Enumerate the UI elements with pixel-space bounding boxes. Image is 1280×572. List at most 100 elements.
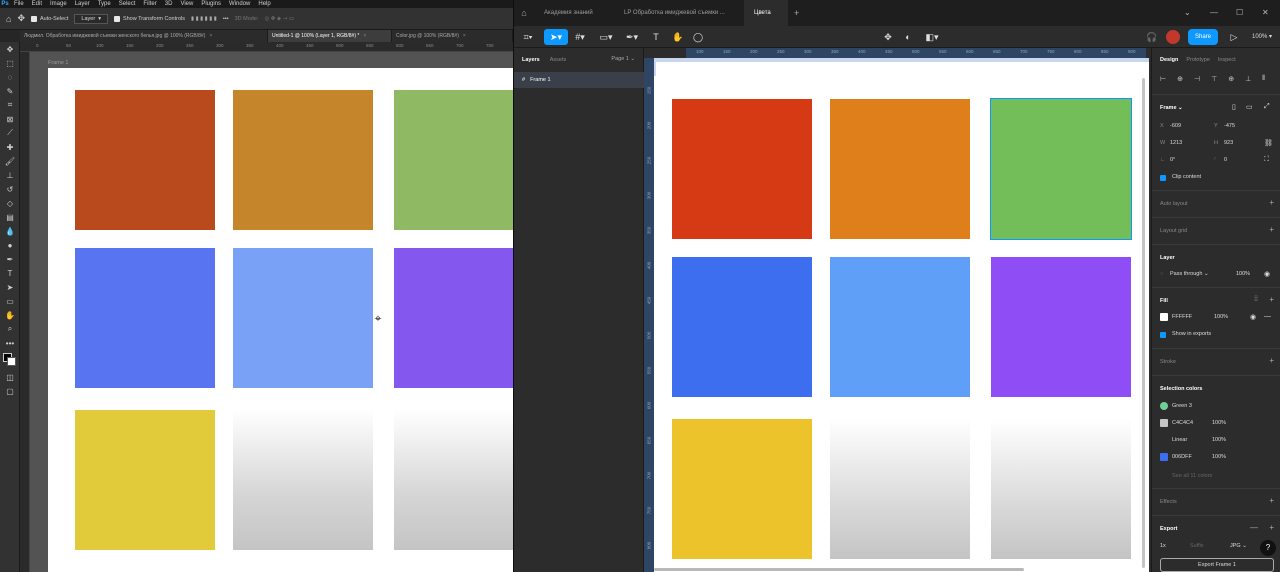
color-square[interactable]: [75, 410, 215, 550]
shape-tool-icon[interactable]: ▭▾: [598, 29, 614, 45]
stamp-tool-icon[interactable]: ⊥: [0, 168, 20, 182]
ps-menu-view[interactable]: View: [176, 0, 197, 8]
h-input[interactable]: 923: [1224, 140, 1233, 146]
align-left-icon[interactable]: ⊢: [1160, 75, 1166, 83]
add-export-icon[interactable]: +: [1269, 523, 1274, 532]
fill-opacity-input[interactable]: 100%: [1214, 314, 1228, 320]
show-transform-checkbox[interactable]: [113, 15, 120, 22]
independent-corners-icon[interactable]: ⛶: [1264, 156, 1269, 164]
tab-prototype[interactable]: Prototype: [1186, 57, 1210, 63]
crop-tool-icon[interactable]: ⌗: [0, 98, 20, 112]
present-icon[interactable]: ▷: [1226, 29, 1242, 45]
ps-artboard[interactable]: [48, 68, 513, 572]
color-square[interactable]: [233, 248, 373, 388]
hand-tool-icon[interactable]: ✋: [670, 29, 686, 45]
see-all-colors-link[interactable]: See all 11 colors: [1172, 473, 1212, 479]
tab-inspect[interactable]: Inspect: [1218, 57, 1236, 63]
ps-menu-image[interactable]: Image: [46, 0, 71, 8]
lasso-tool-icon[interactable]: ◌: [0, 70, 20, 84]
ps-menu-plugins[interactable]: Plugins: [197, 0, 225, 8]
tab-assets[interactable]: Assets: [550, 57, 567, 63]
portrait-icon[interactable]: ▯: [1232, 103, 1236, 111]
marquee-tool-icon[interactable]: ⬚: [0, 56, 20, 70]
rectangle-tool-icon[interactable]: ▭: [0, 294, 20, 308]
color-square[interactable]: [672, 419, 812, 559]
eye-icon[interactable]: ◉: [1264, 270, 1270, 278]
remove-export-icon[interactable]: —: [1250, 523, 1258, 532]
eraser-tool-icon[interactable]: ◇: [0, 196, 20, 210]
ps-menu-filter[interactable]: Filter: [139, 0, 160, 8]
ps-tab-0[interactable]: Людмил. Обработка имиджевой съемки женск…: [20, 30, 268, 42]
user-avatar[interactable]: [1166, 30, 1180, 44]
pen-tool-icon[interactable]: ✒: [0, 252, 20, 266]
headphones-icon[interactable]: 🎧: [1144, 29, 1160, 45]
color-square[interactable]: [233, 410, 373, 550]
more-tools-icon[interactable]: •••: [0, 336, 20, 350]
mask-icon[interactable]: ◐: [900, 29, 916, 45]
fill-color-swatch[interactable]: [1160, 313, 1168, 321]
frame-title[interactable]: Frame ⌄: [1160, 105, 1183, 111]
corner-radius-input[interactable]: 0: [1224, 157, 1227, 163]
selection-color-swatch[interactable]: [1160, 436, 1168, 444]
color-square[interactable]: [394, 410, 513, 550]
fg-frame[interactable]: [656, 62, 1149, 572]
selection-color-name[interactable]: C4C4C4: [1172, 420, 1193, 426]
selection-color-opacity[interactable]: 100%: [1212, 420, 1226, 426]
ps-menu-window[interactable]: Window: [225, 0, 254, 8]
component-icon[interactable]: ✥: [880, 29, 896, 45]
color-square[interactable]: [75, 248, 215, 388]
comment-tool-icon[interactable]: ◯: [690, 29, 706, 45]
add-effect-icon[interactable]: +: [1269, 496, 1274, 505]
tab-layers[interactable]: Layers: [522, 57, 540, 63]
y-input[interactable]: -475: [1224, 123, 1235, 129]
type-tool-icon[interactable]: T: [0, 266, 20, 280]
maximize-icon[interactable]: ☐: [1236, 8, 1243, 17]
3d-tools-icons[interactable]: ◎ ✥ ◈ ⇢ ▭: [264, 16, 294, 22]
ps-auto-select[interactable]: Auto-Select: [30, 15, 68, 22]
ps-menu-select[interactable]: Select: [115, 0, 140, 8]
chevron-down-icon[interactable]: ⌄: [1184, 8, 1191, 17]
path-select-tool-icon[interactable]: ➤: [0, 280, 20, 294]
color-square[interactable]: [394, 248, 513, 388]
ps-move-tool-icon[interactable]: ✥: [17, 13, 25, 24]
boolean-icon[interactable]: ◧▾: [924, 29, 940, 45]
brush-tool-icon[interactable]: 🖌: [0, 154, 20, 168]
horizontal-scrollbar[interactable]: [654, 568, 1024, 571]
ps-menu-edit[interactable]: Edit: [28, 0, 46, 8]
export-scale-input[interactable]: 1x: [1160, 543, 1166, 549]
zoom-tool-icon[interactable]: ⌕: [0, 322, 20, 336]
figma-canvas[interactable]: 100 150 200 250 300 350 400 450 500 550 600 650 700 7…: [644, 48, 1149, 572]
ps-show-transform[interactable]: Show Transform Controls: [113, 15, 185, 22]
background-color-swatch[interactable]: [7, 357, 16, 366]
hand-tool-icon[interactable]: ✋: [0, 308, 20, 322]
eyedropper-tool-icon[interactable]: ⟋: [0, 126, 20, 140]
color-square[interactable]: [672, 257, 812, 397]
frame-tool-icon[interactable]: #▾: [572, 29, 588, 45]
more-icon[interactable]: •••: [223, 16, 229, 22]
help-button[interactable]: ?: [1260, 540, 1276, 556]
add-fill-icon[interactable]: +: [1269, 295, 1274, 304]
ps-menu-file[interactable]: File: [10, 0, 28, 8]
selection-color-name[interactable]: Green 3: [1172, 403, 1192, 409]
blend-mode-select[interactable]: Pass through ⌄: [1170, 271, 1209, 277]
gradient-tool-icon[interactable]: ▤: [0, 210, 20, 224]
fill-styles-icon[interactable]: ⁞⁞: [1254, 296, 1258, 303]
quick-select-tool-icon[interactable]: ✎: [0, 84, 20, 98]
add-layout-grid-icon[interactable]: +: [1269, 225, 1274, 234]
ps-tab-2[interactable]: Color.jpg @ 100% (RGB/8#) ×: [392, 30, 513, 42]
history-brush-icon[interactable]: ↺: [0, 182, 20, 196]
figma-tab-1[interactable]: LP Обработка имиджевой съемки ...: [614, 0, 744, 26]
align-icons[interactable]: ▮ ▮ ▮ ▮ ▮ ▮: [191, 16, 217, 22]
color-square[interactable]: [830, 257, 970, 397]
ps-tab-1[interactable]: Untitled-1 @ 100% (Layer 1, RGB/8#) * ×: [268, 30, 392, 42]
align-bottom-icon[interactable]: ⊥: [1245, 75, 1251, 83]
ps-tab-close-icon[interactable]: ×: [463, 30, 466, 42]
align-top-icon[interactable]: ⊤: [1211, 75, 1217, 83]
vertical-scrollbar[interactable]: [1142, 78, 1145, 568]
color-square[interactable]: [991, 419, 1131, 559]
constrain-proportions-icon[interactable]: ⛓: [1264, 139, 1273, 147]
page-selector[interactable]: Page 1 ⌄: [611, 56, 635, 62]
move-tool-icon[interactable]: ➤▾: [544, 29, 568, 45]
export-suffix-input[interactable]: Suffix: [1190, 543, 1204, 549]
color-square[interactable]: [672, 99, 812, 239]
